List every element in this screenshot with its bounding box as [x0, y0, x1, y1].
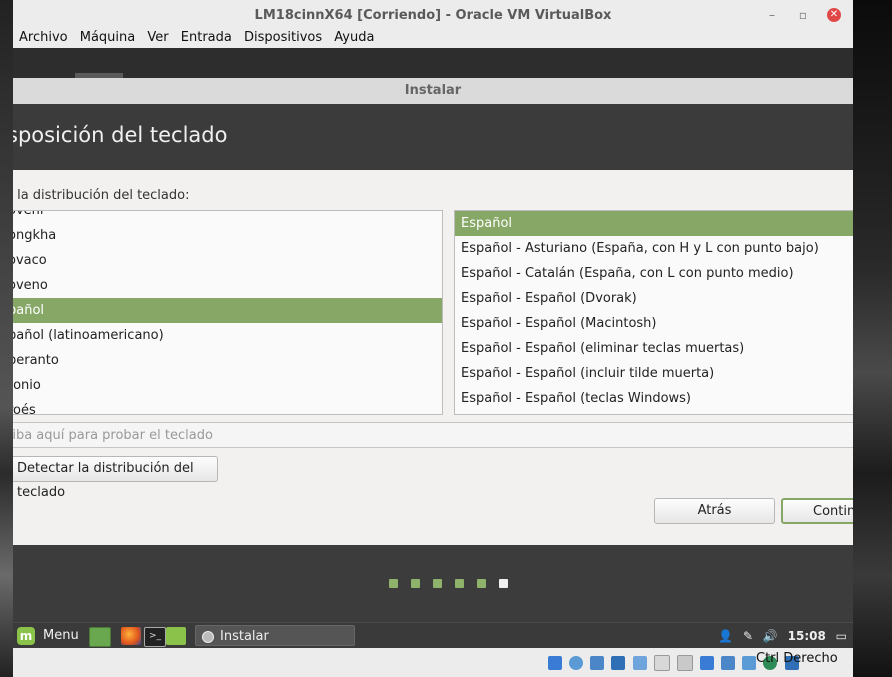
layout-item[interactable]: tonio: [13, 373, 442, 398]
desktop-background-left: [0, 0, 13, 677]
terminal-icon[interactable]: >_: [144, 627, 166, 647]
variant-item[interactable]: Español - Español (teclas Windows): [455, 386, 853, 411]
virtualization-icon[interactable]: [742, 656, 757, 670]
keyboard-test-input[interactable]: [13, 423, 853, 448]
network-adapter-icon[interactable]: [611, 656, 626, 670]
menu-ayuda[interactable]: Ayuda: [334, 30, 374, 46]
hard-disk-icon[interactable]: [548, 656, 562, 670]
progress-dots: [389, 577, 521, 592]
linux-mint-icon: m: [17, 626, 35, 645]
layout-item[interactable]: oveno: [13, 273, 442, 298]
layout-item[interactable]: peranto: [13, 348, 442, 373]
layout-item-selected[interactable]: pañol: [13, 298, 442, 323]
window-title: LM18cinnX64 [Corriendo] - Oracle VM Virt…: [254, 8, 612, 23]
variant-item[interactable]: Español - Catalán (España, con L con pun…: [455, 261, 853, 286]
start-menu-button[interactable]: m Menu: [17, 626, 79, 646]
variant-item[interactable]: Español - Español (Dvorak): [455, 286, 853, 311]
optical-drive-icon[interactable]: [569, 656, 584, 670]
menu-dispositivos[interactable]: Dispositivos: [244, 30, 322, 46]
desktop-background-right: [853, 0, 892, 677]
choose-layout-label: a la distribución del teclado:: [13, 188, 190, 203]
guest-top-panel: [13, 48, 853, 78]
show-desktop-icon[interactable]: [89, 627, 111, 647]
guest-additions-icon[interactable]: [721, 656, 736, 670]
installer-title: Instalar: [13, 78, 853, 105]
display-icon[interactable]: [676, 655, 693, 671]
title-bar: LM18cinnX64 [Corriendo] - Oracle VM Virt…: [13, 0, 853, 30]
status-bar: Ctrl Derecho: [13, 648, 853, 677]
variant-item[interactable]: Español - Español (Macintosh): [455, 311, 853, 336]
close-icon[interactable]: ✕: [827, 8, 841, 22]
layout-item[interactable]: oveni: [13, 211, 442, 223]
progress-dot-current: [499, 579, 508, 588]
volume-icon[interactable]: 🔊: [763, 629, 778, 643]
maximize-icon[interactable]: ▫: [796, 8, 810, 22]
back-button[interactable]: Atrás: [654, 498, 775, 524]
guest-taskbar: m Menu >_ Instalar 👤 ✎ 🔊 15:08 ▭: [13, 622, 853, 648]
menu-maquina[interactable]: Máquina: [80, 30, 136, 46]
detect-layout-button[interactable]: Detectar la distribución del teclado: [13, 456, 218, 500]
network-icon[interactable]: ✎: [743, 629, 753, 643]
layout-list[interactable]: oveni ongkha ovaco oveno pañol pañol (la…: [13, 210, 443, 415]
menu-archivo[interactable]: Archivo: [19, 30, 68, 46]
system-tray: 👤 ✎ 🔊 15:08 ▭: [712, 627, 847, 645]
variant-list[interactable]: Español Español - Asturiano (España, con…: [454, 210, 853, 415]
progress-dot: [477, 579, 486, 588]
video-capture-icon[interactable]: [699, 656, 714, 670]
variant-item-selected[interactable]: Español: [455, 211, 853, 236]
keyboard-test-field: [13, 422, 853, 448]
layout-item[interactable]: ovaco: [13, 248, 442, 273]
guest-screen: Instalar sposición del teclado a la dist…: [13, 48, 853, 648]
variant-item[interactable]: Español - Asturiano (España, con H y L c…: [455, 236, 853, 261]
progress-dot: [389, 579, 398, 588]
host-key-label: Ctrl Derecho: [756, 651, 838, 666]
variant-item[interactable]: Español - Español (incluir tilde muerta): [455, 361, 853, 386]
installer-footer: [13, 545, 853, 622]
taskbar-item-label: Instalar: [220, 629, 269, 644]
disc-icon: [202, 630, 214, 643]
page-title: sposición del teclado: [13, 123, 228, 147]
shared-folders-icon[interactable]: [653, 655, 670, 671]
audio-icon[interactable]: [590, 656, 605, 670]
minimize-icon[interactable]: –: [765, 8, 779, 22]
firefox-icon[interactable]: [121, 627, 141, 645]
user-icon[interactable]: 👤: [718, 629, 733, 643]
layout-item[interactable]: roés: [13, 398, 442, 414]
start-menu-label: Menu: [43, 628, 79, 643]
usb-icon[interactable]: [632, 656, 647, 670]
window-list-icon[interactable]: ▭: [836, 629, 847, 643]
menu-bar: Archivo Máquina Ver Entrada Dispositivos…: [13, 30, 853, 48]
files-icon[interactable]: [166, 627, 186, 645]
taskbar-item-instalar[interactable]: Instalar: [195, 625, 355, 646]
variant-item[interactable]: Español - Español (eliminar teclas muert…: [455, 336, 853, 361]
installer-header: sposición del teclado: [13, 104, 853, 170]
menu-entrada[interactable]: Entrada: [181, 30, 232, 46]
progress-dot: [455, 579, 464, 588]
menu-ver[interactable]: Ver: [147, 30, 168, 46]
layout-item[interactable]: ongkha: [13, 223, 442, 248]
layout-item[interactable]: pañol (latinoamericano): [13, 323, 442, 348]
virtualbox-window: LM18cinnX64 [Corriendo] - Oracle VM Virt…: [13, 0, 853, 677]
continue-button[interactable]: Continu: [781, 498, 853, 524]
progress-dot: [433, 579, 442, 588]
progress-dot: [411, 579, 420, 588]
clock[interactable]: 15:08: [788, 629, 826, 643]
